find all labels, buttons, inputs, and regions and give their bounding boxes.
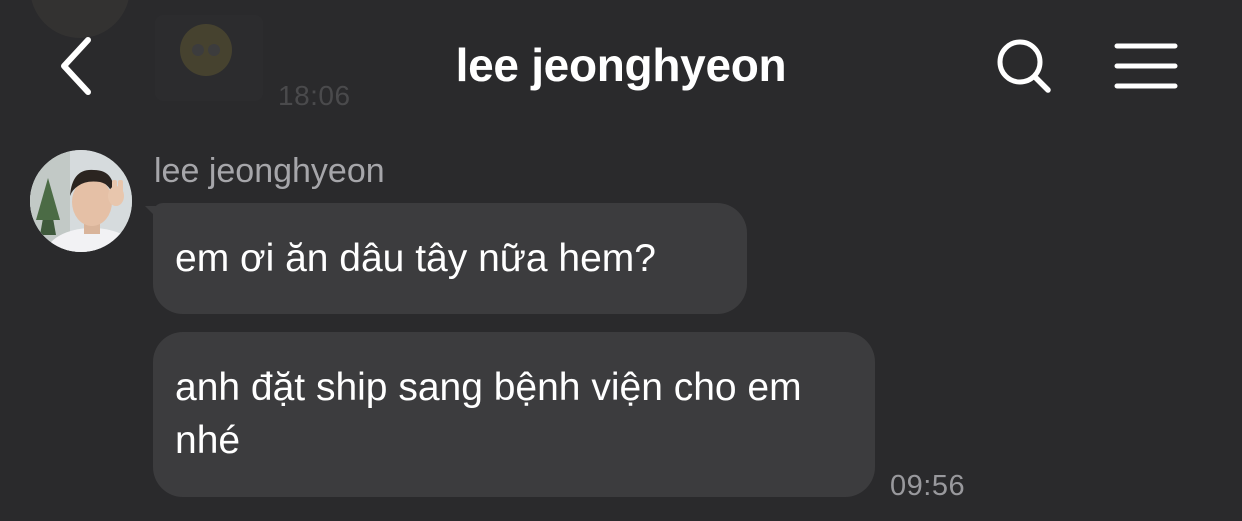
back-button[interactable] bbox=[50, 28, 110, 104]
message-bubble[interactable]: em ơi ăn dâu tây nữa hem? bbox=[153, 203, 747, 314]
message-text: anh đặt ship sang bệnh viện cho em nhé bbox=[175, 366, 802, 462]
avatar-photo bbox=[30, 150, 132, 252]
chat-title: lee jeonghyeon bbox=[455, 39, 787, 91]
sender-avatar[interactable] bbox=[30, 150, 132, 252]
message-time: 09:56 bbox=[890, 470, 966, 502]
message-text: em ơi ăn dâu tây nữa hem? bbox=[175, 237, 656, 280]
hamburger-menu-icon bbox=[1114, 43, 1178, 89]
menu-button[interactable] bbox=[1112, 40, 1180, 92]
sender-name: lee jeonghyeon bbox=[154, 152, 385, 190]
search-icon bbox=[997, 39, 1051, 93]
chat-header: lee jeonghyeon bbox=[0, 0, 1242, 135]
chevron-left-icon bbox=[61, 37, 91, 95]
search-button[interactable] bbox=[994, 36, 1056, 98]
message-bubble[interactable]: anh đặt ship sang bệnh viện cho em nhé bbox=[153, 332, 875, 497]
